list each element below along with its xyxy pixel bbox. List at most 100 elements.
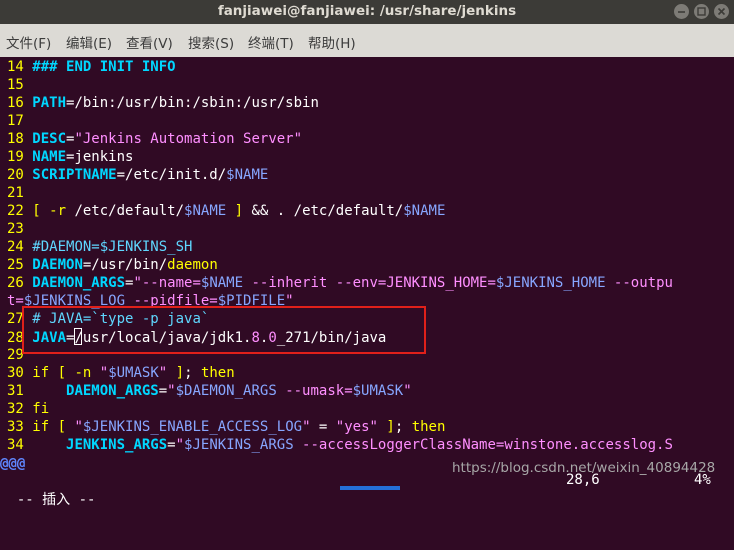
code-token: " <box>74 419 83 435</box>
code-line: 31 DAEMON_ARGS="$DAEMON_ARGS --umask=$UM… <box>7 382 412 400</box>
code-line: 32 fi <box>7 400 49 418</box>
code-token: ] <box>234 203 244 219</box>
code-token: " <box>302 419 311 435</box>
code-token: /etc/default/ <box>66 203 185 219</box>
code-token: && . /etc/default/ <box>243 203 404 219</box>
minimize-button[interactable] <box>674 4 689 19</box>
line-number: 26 <box>7 275 33 291</box>
cursor-position: 28,6 <box>566 472 600 488</box>
code-token: [ <box>57 419 67 435</box>
code-line: 30 if [ -n "$UMASK" ]; then <box>7 364 235 382</box>
menu-edit[interactable]: 编辑(E) <box>66 32 112 52</box>
code-line: 24 #DAEMON=$JENKINS_SH <box>7 238 192 256</box>
code-token: DAEMON <box>32 257 83 273</box>
line-number: 30 <box>7 365 33 381</box>
code-token: =jenkins <box>66 149 134 165</box>
code-token: " <box>403 383 412 399</box>
code-line: 17 <box>7 112 32 130</box>
code-token: ### END INIT INFO <box>32 59 176 75</box>
menu-terminal[interactable]: 终端(T) <box>248 32 294 52</box>
code-token: ; <box>394 419 412 435</box>
line-number: 19 <box>7 149 33 165</box>
line-number: 24 <box>7 239 33 255</box>
code-token: $NAME <box>403 203 446 219</box>
code-token: --inherit --env=JENKINS_HOME= <box>243 275 496 291</box>
menu-view[interactable]: 查看(V) <box>126 32 173 52</box>
code-token: $DAEMON_ARGS <box>175 383 277 399</box>
window-titlebar: fanjiawei@fanjiawei: /usr/share/jenkins <box>0 0 734 24</box>
code-token: = <box>158 383 168 399</box>
code-token: " <box>158 365 168 381</box>
code-token: =/etc/init.d/ <box>116 167 227 183</box>
menu-search[interactable]: 搜索(S) <box>188 32 234 52</box>
line-number: 33 <box>7 419 33 435</box>
code-token: =/usr/bin/ <box>82 257 168 273</box>
code-token: DAEMON_ARGS <box>66 383 159 399</box>
menu-file[interactable]: 文件(F) <box>6 32 51 52</box>
code-token: daemon <box>167 257 218 273</box>
code-line: 14 ### END INIT INFO <box>7 58 176 76</box>
menu-bar: 文件(F) 编辑(E) 查看(V) 搜索(S) 终端(T) 帮助(H) <box>0 24 734 57</box>
code-token: --accessLoggerClassName=winstone.accessl… <box>293 437 673 453</box>
code-token: ] <box>386 419 395 435</box>
code-line: 25 DAEMON=/usr/bin/daemon <box>7 256 218 274</box>
code-line: 18 DESC="Jenkins Automation Server" <box>7 130 302 148</box>
code-token: --umask= <box>276 383 353 399</box>
maximize-button[interactable] <box>694 4 709 19</box>
code-line: 22 [ -r /etc/default/$NAME ] && . /etc/d… <box>7 202 445 220</box>
code-token: $UMASK <box>108 365 159 381</box>
window-title: fanjiawei@fanjiawei: /usr/share/jenkins <box>217 3 517 19</box>
code-token: --outpu <box>605 275 673 291</box>
line-number: 15 <box>7 77 33 93</box>
code-token: PATH <box>32 95 67 111</box>
vim-mode: -- 插入 -- <box>16 492 96 508</box>
code-token: NAME <box>32 149 67 165</box>
menu-help[interactable]: 帮助(H) <box>308 32 356 52</box>
code-token: then <box>200 365 235 381</box>
code-token: ; <box>184 365 201 381</box>
code-token: $NAME <box>226 167 269 183</box>
scroll-indicator <box>340 486 400 490</box>
code-token: " <box>167 383 176 399</box>
code-token: = <box>310 419 336 435</box>
code-token: "Jenkins Automation Server" <box>74 131 303 147</box>
code-token: "--name= <box>133 275 201 291</box>
close-button[interactable] <box>714 4 729 19</box>
code-token: then <box>411 419 446 435</box>
code-token: JENKINS_ARGS <box>66 437 168 453</box>
code-token: = <box>167 437 176 453</box>
code-token: SCRIPTNAME <box>32 167 117 183</box>
close-icon <box>717 7 726 16</box>
code-token: =/bin:/usr/bin:/sbin:/usr/sbin <box>66 95 319 111</box>
terminal-editor[interactable]: 14 ### END INIT INFO 15 16 PATH=/bin:/usr… <box>7 58 734 490</box>
code-line: 19 NAME=jenkins <box>7 148 133 166</box>
code-token: if <box>32 419 50 435</box>
code-token: [ <box>32 203 41 219</box>
line-number: 32 <box>7 401 33 417</box>
code-line: 26 DAEMON_ARGS="--name=$NAME --inherit -… <box>7 274 673 292</box>
line-number: 21 <box>7 185 33 201</box>
line-number: 16 <box>7 95 33 111</box>
line-number: 34 <box>7 437 33 453</box>
code-token: $JENKINS_HOME <box>495 275 606 291</box>
code-token: $UMASK <box>352 383 404 399</box>
code-token: [ <box>57 365 67 381</box>
highlight-box <box>22 306 426 354</box>
line-number: 20 <box>7 167 33 183</box>
line-number: 23 <box>7 221 33 237</box>
code-token: " <box>175 437 185 453</box>
code-token: ] <box>175 365 185 381</box>
code-line: 16 PATH=/bin:/usr/bin:/sbin:/usr/sbin <box>7 94 319 112</box>
code-token: $JENKINS_ARGS <box>184 437 294 453</box>
line-number: 31 <box>7 383 33 399</box>
code-token: #DAEMON=$JENKINS_SH <box>32 239 193 255</box>
code-token: if <box>32 365 50 381</box>
code-line: 23 <box>7 220 32 238</box>
